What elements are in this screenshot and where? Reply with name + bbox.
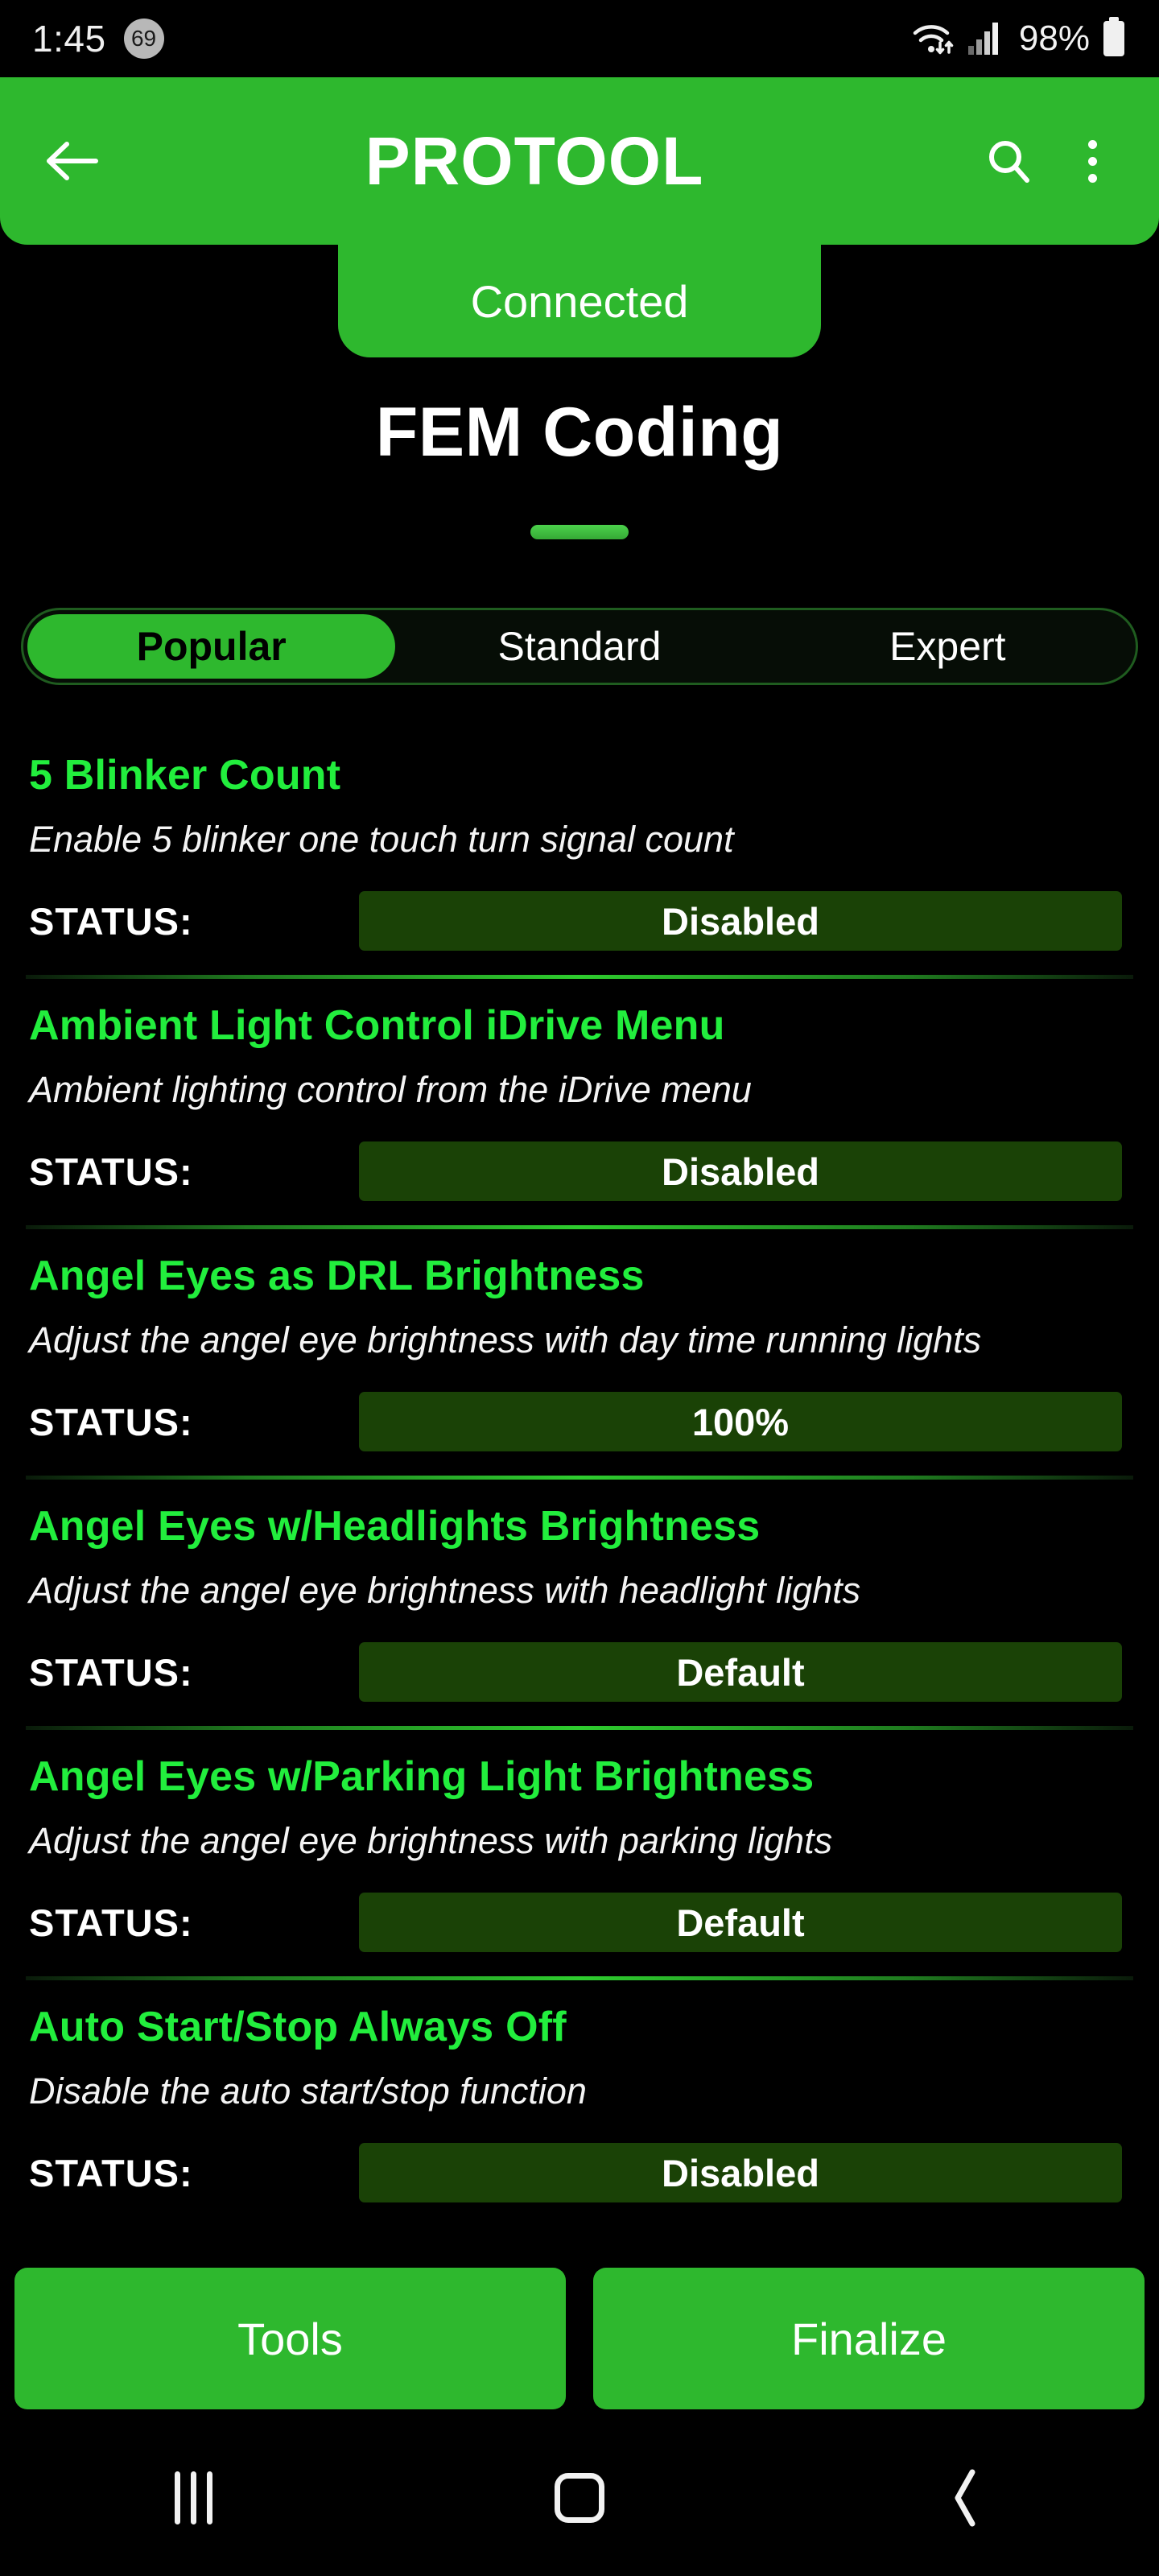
list-item-status-row: STATUS: 100% bbox=[29, 1392, 1130, 1451]
list-item-description: Disable the auto start/stop function bbox=[29, 2070, 587, 2112]
list-item-status-row: STATUS: Default bbox=[29, 1893, 1130, 1952]
list-item-title: 5 Blinker Count bbox=[29, 752, 341, 799]
search-button[interactable] bbox=[977, 130, 1040, 192]
clock: 1:45 bbox=[32, 18, 106, 60]
list-item[interactable]: Auto Start/Stop Always Off Disable the a… bbox=[0, 1980, 1159, 2202]
list-item-description: Ambient lighting control from the iDrive… bbox=[29, 1069, 752, 1110]
status-value-box[interactable]: 100% bbox=[359, 1392, 1122, 1451]
coding-options-list[interactable]: 5 Blinker Count Enable 5 blinker one tou… bbox=[0, 729, 1159, 2262]
status-label: STATUS: bbox=[29, 1901, 193, 1944]
status-value-box[interactable]: Default bbox=[359, 1642, 1122, 1702]
android-navigation-bar bbox=[0, 2419, 1159, 2576]
list-item[interactable]: Angel Eyes w/Headlights Brightness Adjus… bbox=[0, 1480, 1159, 1702]
list-item-description: Adjust the angel eye brightness with day… bbox=[29, 1319, 982, 1360]
list-item-status-row: STATUS: Disabled bbox=[29, 2143, 1130, 2202]
phone-screen: 1:45 69 98% PROTOOL Connected FEM Coding… bbox=[0, 0, 1159, 2576]
status-label: STATUS: bbox=[29, 1400, 193, 1443]
tools-button[interactable]: Tools bbox=[14, 2268, 566, 2409]
list-item-status-row: STATUS: Default bbox=[29, 1642, 1130, 1702]
connection-status-badge: Connected bbox=[338, 245, 821, 357]
list-item[interactable]: Ambient Light Control iDrive Menu Ambien… bbox=[0, 979, 1159, 1201]
category-tab-bar: Popular Standard Expert bbox=[21, 608, 1138, 685]
tab-standard[interactable]: Standard bbox=[395, 614, 763, 679]
status-value-box[interactable]: Disabled bbox=[359, 891, 1122, 951]
more-vertical-icon bbox=[1087, 139, 1097, 183]
home-icon bbox=[555, 2472, 604, 2523]
app-bar: PROTOOL bbox=[0, 77, 1159, 245]
home-button[interactable] bbox=[386, 2472, 773, 2523]
overflow-menu-button[interactable] bbox=[1061, 130, 1124, 192]
status-value-box[interactable]: Disabled bbox=[359, 1141, 1122, 1201]
list-item-title: Angel Eyes as DRL Brightness bbox=[29, 1253, 645, 1299]
cellular-signal-icon bbox=[967, 19, 1003, 60]
recents-button[interactable] bbox=[0, 2471, 386, 2524]
status-value-box[interactable]: Default bbox=[359, 1893, 1122, 1952]
list-item-description: Adjust the angel eye brightness with hea… bbox=[29, 1570, 861, 1611]
title-underline-accent bbox=[530, 525, 629, 539]
recents-icon bbox=[174, 2471, 212, 2524]
bottom-action-bar: Tools Finalize bbox=[0, 2258, 1159, 2419]
list-item[interactable]: Angel Eyes as DRL Brightness Adjust the … bbox=[0, 1229, 1159, 1451]
chevron-left-icon bbox=[955, 2469, 975, 2526]
status-label: STATUS: bbox=[29, 1150, 193, 1193]
system-status-bar: 1:45 69 98% bbox=[0, 0, 1159, 77]
finalize-button[interactable]: Finalize bbox=[593, 2268, 1145, 2409]
status-label: STATUS: bbox=[29, 1650, 193, 1694]
list-item-status-row: STATUS: Disabled bbox=[29, 891, 1130, 951]
list-item-title: Auto Start/Stop Always Off bbox=[29, 2004, 567, 2050]
status-bar-right: 98% bbox=[911, 16, 1127, 61]
status-label: STATUS: bbox=[29, 899, 193, 943]
list-item-title: Angel Eyes w/Parking Light Brightness bbox=[29, 1753, 815, 1800]
tab-popular[interactable]: Popular bbox=[27, 614, 396, 679]
list-item[interactable]: 5 Blinker Count Enable 5 blinker one tou… bbox=[0, 729, 1159, 951]
app-bar-actions bbox=[977, 130, 1124, 192]
app-title: PROTOOL bbox=[365, 122, 704, 199]
status-bar-left: 1:45 69 bbox=[32, 17, 164, 60]
wifi-icon bbox=[911, 17, 956, 61]
status-value-box[interactable]: Disabled bbox=[359, 2143, 1122, 2202]
status-label: STATUS: bbox=[29, 2151, 193, 2194]
tab-expert[interactable]: Expert bbox=[764, 614, 1132, 679]
list-item-description: Enable 5 blinker one touch turn signal c… bbox=[29, 819, 734, 860]
notification-count-badge: 69 bbox=[123, 19, 164, 59]
list-item-description: Adjust the angel eye brightness with par… bbox=[29, 1820, 833, 1861]
list-item-status-row: STATUS: Disabled bbox=[29, 1141, 1130, 1201]
battery-icon bbox=[1101, 16, 1127, 61]
list-item-title: Ambient Light Control iDrive Menu bbox=[29, 1002, 725, 1049]
page-title: FEM Coding bbox=[375, 394, 784, 471]
battery-percent-label: 98% bbox=[1018, 19, 1090, 58]
system-back-button[interactable] bbox=[773, 2467, 1159, 2529]
list-item[interactable]: Angel Eyes w/Parking Light Brightness Ad… bbox=[0, 1730, 1159, 1952]
search-icon bbox=[989, 141, 1029, 183]
list-item-title: Angel Eyes w/Headlights Brightness bbox=[29, 1503, 761, 1550]
